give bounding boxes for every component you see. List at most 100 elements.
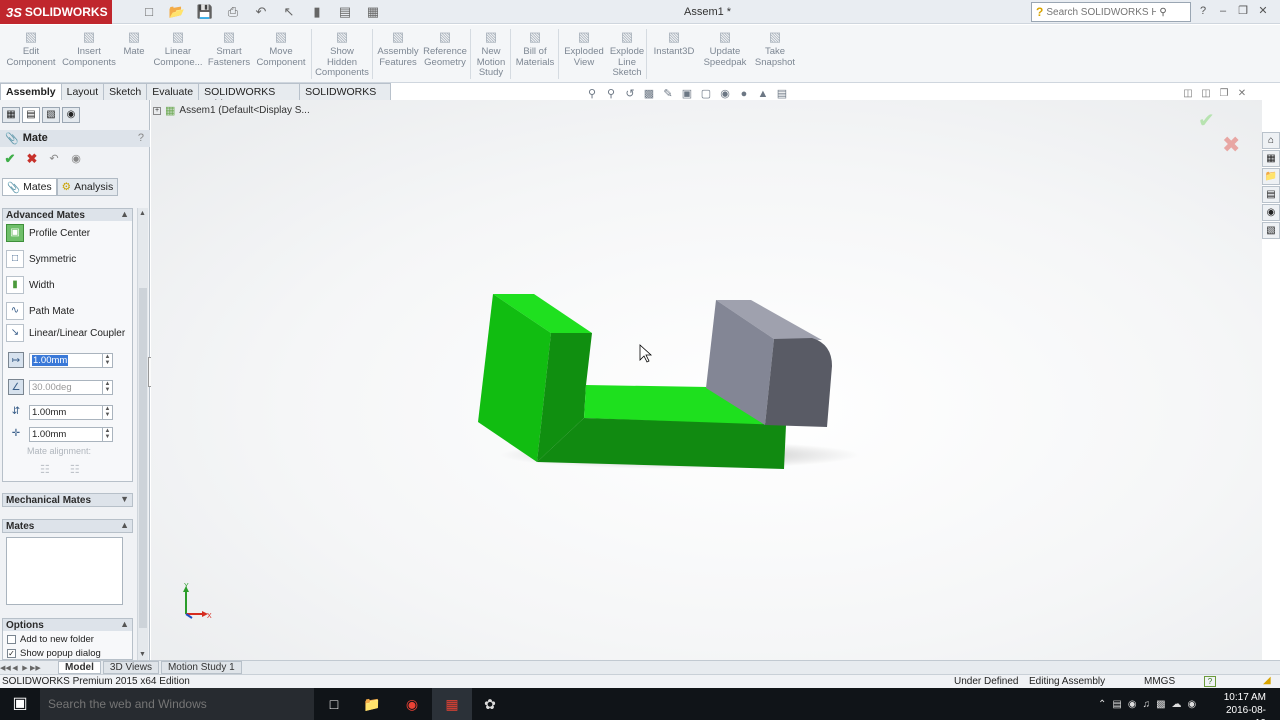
scroll-down-arrow-icon[interactable]: ▼ (139, 651, 146, 658)
app-swirl-icon[interactable]: ✿ (470, 688, 510, 720)
cmd-take-snapshot-button[interactable]: ▧ Take Snapshot (752, 29, 798, 68)
anti-aligned-icon[interactable]: ☷ (70, 463, 80, 476)
confirm-cancel-icon[interactable]: ✖ (1222, 132, 1240, 158)
cmd-show-hidden-components-button[interactable]: ▧ Show Hidden Components (314, 29, 370, 79)
cmd-explode-line-sketch-button[interactable]: ▧ Explode Line Sketch (608, 29, 646, 79)
units-selector[interactable]: MMGS (1144, 676, 1175, 687)
undo-icon[interactable]: ↶ (46, 151, 62, 167)
solidworks-resources-icon[interactable]: ⌂ (1262, 132, 1280, 149)
new-document-icon[interactable]: □ (138, 3, 160, 21)
cmd-insert-components-button[interactable]: ▧ Insert Components (60, 29, 118, 68)
last-tab-arrow-icon[interactable]: ▶▶ (30, 664, 41, 672)
display-manager-tab-icon[interactable]: ◉ (62, 107, 80, 123)
solidworks-logo[interactable]: 3S SOLIDWORKS (0, 0, 112, 24)
help-search-input[interactable] (1046, 6, 1157, 18)
tray-app-icon[interactable]: ◉ (1188, 699, 1197, 710)
viewport-restore-icon[interactable]: ❐ (1217, 88, 1231, 100)
file-explorer-taskbar-icon[interactable]: 📁 (352, 688, 392, 720)
solidworks-taskbar-icon[interactable]: ▦ (432, 688, 472, 720)
angle-input[interactable]: 30.00deg ▲ ▼ (29, 379, 113, 395)
confirm-ok-icon[interactable]: ✔ (1198, 108, 1215, 133)
cmd-update-speedpak-button[interactable]: ▧ Update Speedpak (702, 29, 748, 68)
help-search-box[interactable]: ? ⚲ (1031, 2, 1191, 22)
expand-chevron-icon[interactable]: ▼ (120, 494, 129, 504)
print-icon[interactable]: ⎙ (222, 3, 244, 21)
file-explorer-icon[interactable]: 📁 (1262, 168, 1280, 185)
cmd-new-motion-study-button[interactable]: ▧ New Motion Study (474, 29, 508, 79)
chrome-icon[interactable]: ◉ (392, 688, 432, 720)
viewport-close-icon[interactable]: ✕ (1235, 88, 1249, 100)
collapse-chevron-icon[interactable]: ▲ (120, 209, 129, 219)
width-option[interactable]: ▮ Width (6, 276, 55, 294)
select-icon[interactable]: ↖ (278, 3, 300, 21)
restore-icon[interactable]: ❐ (1236, 4, 1250, 18)
path-mate-option[interactable]: ∿ Path Mate (6, 302, 75, 320)
tab-motion-study[interactable]: Motion Study 1 (160, 661, 242, 674)
feature-tree-tab-icon[interactable]: ▦ (2, 107, 20, 123)
options-header[interactable]: Options ▲ (2, 618, 133, 632)
file-properties-icon[interactable]: ▤ (334, 3, 356, 21)
undo-icon[interactable]: ↶ (250, 3, 272, 21)
symmetric-option[interactable]: □ Symmetric (6, 250, 76, 268)
collapse-chevron-icon[interactable]: ▲ (120, 619, 129, 629)
next-tab-arrow-icon[interactable]: ▶ (20, 664, 30, 672)
configuration-tab-icon[interactable]: ▧ (42, 107, 60, 123)
cmd-exploded-view-button[interactable]: ▧ Exploded View (562, 29, 606, 68)
help-menu-icon[interactable]: ? (1196, 4, 1210, 18)
cmd-instant3d-button[interactable]: ▧ Instant3D (650, 29, 698, 58)
show-popup-dialog-row[interactable]: ✓ Show popup dialog (3, 645, 132, 659)
cmd-smart-fasteners-button[interactable]: ▧ Smart Fasteners (206, 29, 252, 68)
collapse-chevron-icon[interactable]: ▲ (120, 520, 129, 530)
mates-list-box[interactable] (6, 537, 123, 605)
advanced-mates-header[interactable]: Advanced Mates ▲ (2, 208, 133, 222)
search-icon[interactable]: ⚲ (1159, 7, 1166, 18)
profile-center-option[interactable]: ▣ Profile Center (6, 224, 90, 242)
cancel-x-icon[interactable]: ✖ (24, 151, 40, 167)
max-distance-input[interactable]: 1.00mm ▲ ▼ (29, 404, 113, 420)
mechanical-mates-header[interactable]: Mechanical Mates ▼ (2, 493, 133, 507)
taskbar-search[interactable] (40, 688, 314, 720)
task-view-icon[interactable]: □ (314, 688, 354, 720)
distance-spinner[interactable]: ▲ ▼ (102, 353, 112, 367)
ok-check-icon[interactable]: ✔ (2, 151, 18, 167)
options-icon[interactable]: ▦ (362, 3, 384, 21)
tab-analysis[interactable]: ⚙ Analysis (56, 178, 119, 196)
mates-header[interactable]: Mates ▲ (2, 519, 133, 533)
rebuild-icon[interactable]: ▮ (306, 3, 328, 21)
tab-sketch[interactable]: Sketch (103, 83, 148, 100)
cmd-bill-of-materials-button[interactable]: ▧ Bill of Materials (514, 29, 556, 68)
prev-tab-arrow-icon[interactable]: ◀ (10, 664, 20, 672)
cmd-assembly-features-button[interactable]: ▧ Assembly Features (376, 29, 420, 68)
viewport-tile-icon[interactable]: ◫ (1181, 88, 1195, 100)
min-distance-input[interactable]: 1.00mm ▲ ▼ (29, 426, 113, 442)
property-manager-tab-icon[interactable]: ▤ (22, 107, 40, 123)
appearances-icon[interactable]: ◉ (1262, 204, 1280, 221)
view-palette-icon[interactable]: ▤ (1262, 186, 1280, 203)
viewport-split-icon[interactable]: ◫ (1199, 88, 1213, 100)
aligned-icon[interactable]: ☷ (40, 463, 50, 476)
onedrive-icon[interactable]: ☁ (1172, 699, 1182, 710)
minimize-icon[interactable]: – (1216, 4, 1230, 18)
keyboard-icon[interactable]: ▩ (1156, 699, 1165, 710)
tab-assembly[interactable]: Assembly (0, 83, 62, 100)
first-tab-arrow-icon[interactable]: ◀◀ (0, 664, 11, 672)
open-folder-icon[interactable]: 📂 (166, 3, 188, 21)
design-library-icon[interactable]: ▦ (1262, 150, 1280, 167)
tab-mbd[interactable]: SOLIDWORKS MBD (299, 83, 391, 110)
scroll-up-arrow-icon[interactable]: ▲ (139, 210, 146, 217)
add-to-new-folder-row[interactable]: Add to new folder (3, 631, 132, 645)
custom-properties-icon[interactable]: ▧ (1262, 222, 1280, 239)
volume-icon[interactable]: ♫ (1143, 699, 1151, 710)
save-icon[interactable]: 💾 (194, 3, 216, 21)
scroll-thumb[interactable] (139, 288, 147, 628)
min-distance-spinner[interactable]: ▲ ▼ (102, 427, 112, 441)
windows-start-icon[interactable]: ▣ (0, 688, 40, 720)
close-window-icon[interactable]: ✕ (1256, 4, 1270, 18)
distance-input[interactable]: 1.00mm ▲ ▼ (29, 352, 113, 368)
tray-expand-icon[interactable]: ⌃ (1098, 699, 1106, 710)
tab-evaluate[interactable]: Evaluate (146, 83, 200, 100)
cmd-edit-component-button[interactable]: ▧ Edit Component (4, 29, 58, 68)
panel-scrollbar[interactable]: ▲ ▼ (137, 208, 148, 660)
linear-coupler-option[interactable]: ↘ Linear/Linear Coupler (6, 324, 125, 342)
flyout-feature-tree[interactable]: + ▦ Assem1 (Default<Display S... (153, 104, 310, 117)
